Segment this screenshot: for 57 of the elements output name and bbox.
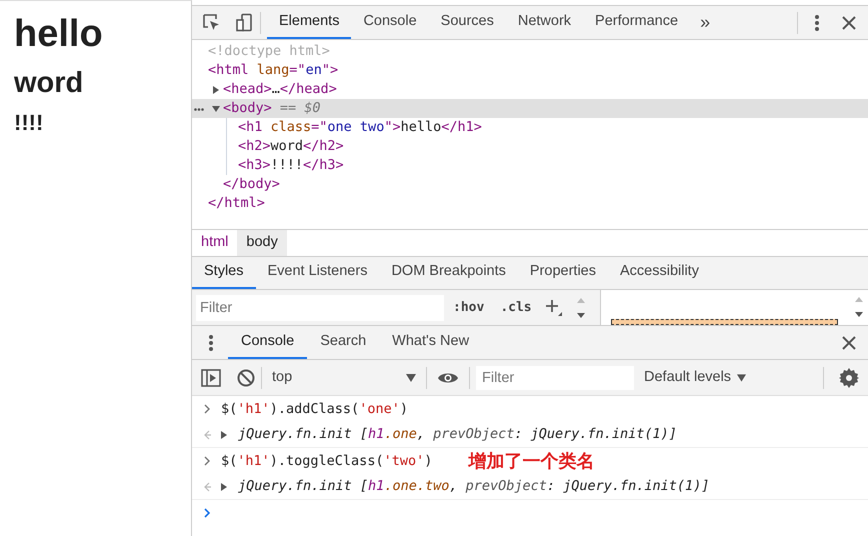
close-icon[interactable] xyxy=(842,16,856,30)
clear-console-icon[interactable] xyxy=(237,368,255,386)
console-result: jQuery.fn.init [h1.one.two, prevObject: jQuery.fn.init(1)] xyxy=(238,477,710,496)
collapsed-triangle-icon[interactable] xyxy=(220,482,228,490)
drawer-tab[interactable]: What's New xyxy=(379,326,482,359)
eye-icon[interactable] xyxy=(437,370,459,384)
dom-closing-tag[interactable]: </body> xyxy=(192,175,868,194)
drawer-tab[interactable]: Search xyxy=(307,326,380,359)
close-icon[interactable] xyxy=(842,336,856,350)
styles-filter-field[interactable]: Filter xyxy=(196,294,444,320)
dom-closing-tag[interactable]: </html> xyxy=(192,194,868,213)
dom-node-line[interactable]: <h1 class="one two">hello</h1> xyxy=(192,118,868,137)
dropdown-caret-icon xyxy=(737,374,746,382)
page-heading: word xyxy=(14,69,84,98)
device-toggle-icon[interactable] xyxy=(234,12,254,32)
dom-node-line[interactable]: <h3>!!!!</h3> xyxy=(192,156,868,175)
collapsed-triangle-icon[interactable] xyxy=(220,430,228,438)
kebab-menu-icon[interactable] xyxy=(814,14,820,32)
console-result: jQuery.fn.init [h1.one, prevObject: jQuery.fn.init(1)] xyxy=(238,425,677,444)
annotation-note: 增加了一个类名 xyxy=(468,450,594,474)
console-command: $('h1').addClass('one') xyxy=(221,400,408,419)
add-rule-icon[interactable] xyxy=(544,298,563,316)
sidebar-tab[interactable]: Properties xyxy=(518,257,608,289)
log-levels-dropdown[interactable]: Default levels xyxy=(644,366,746,388)
devtools-tab[interactable]: Console xyxy=(351,6,429,39)
result-arrow-icon xyxy=(204,430,212,440)
devtools-tab[interactable]: Network xyxy=(506,6,584,39)
prompt-caret-icon[interactable] xyxy=(204,508,211,518)
devtools-tab[interactable]: Performance xyxy=(583,6,690,39)
dom-node-line[interactable]: <head>…</head> xyxy=(192,80,868,99)
console-filter-field[interactable]: Filter xyxy=(476,366,634,390)
input-prompt-icon xyxy=(204,404,211,414)
settings-icon[interactable] xyxy=(839,368,859,388)
context-select[interactable]: top xyxy=(268,364,420,390)
dom-node-line[interactable]: <html lang="en"> xyxy=(192,61,868,80)
styles-toggle-button[interactable]: .cls xyxy=(493,298,539,318)
page-heading: !!!! xyxy=(14,112,44,134)
sidebar-toggle-icon[interactable] xyxy=(201,368,221,386)
sidebar-tab[interactable]: DOM Breakpoints xyxy=(379,257,518,289)
sidebar-tab[interactable]: Accessibility xyxy=(608,257,711,289)
kebab-menu-icon[interactable] xyxy=(208,334,214,352)
devtools-tab[interactable]: Sources xyxy=(428,6,506,39)
input-prompt-icon xyxy=(204,456,211,466)
breadcrumb[interactable]: body xyxy=(237,230,287,256)
more-dots-icon[interactable] xyxy=(194,108,204,111)
collapsed-triangle-icon[interactable] xyxy=(212,86,220,94)
result-arrow-icon xyxy=(204,482,212,492)
dom-node-line[interactable]: <h2>word</h2> xyxy=(192,137,868,156)
dropdown-caret-icon xyxy=(406,374,416,382)
sidebar-tab[interactable]: Event Listeners xyxy=(256,257,380,289)
devtools-tab[interactable]: Elements xyxy=(267,6,352,39)
breadcrumb[interactable]: html xyxy=(192,230,238,256)
page-heading: hello xyxy=(14,15,104,53)
more-tabs-button[interactable]: » xyxy=(690,9,720,36)
styles-toggle-button[interactable]: :hov xyxy=(446,298,492,318)
console-command: $('h1').toggleClass('two') xyxy=(221,452,432,471)
expanded-triangle-icon[interactable] xyxy=(212,104,220,112)
